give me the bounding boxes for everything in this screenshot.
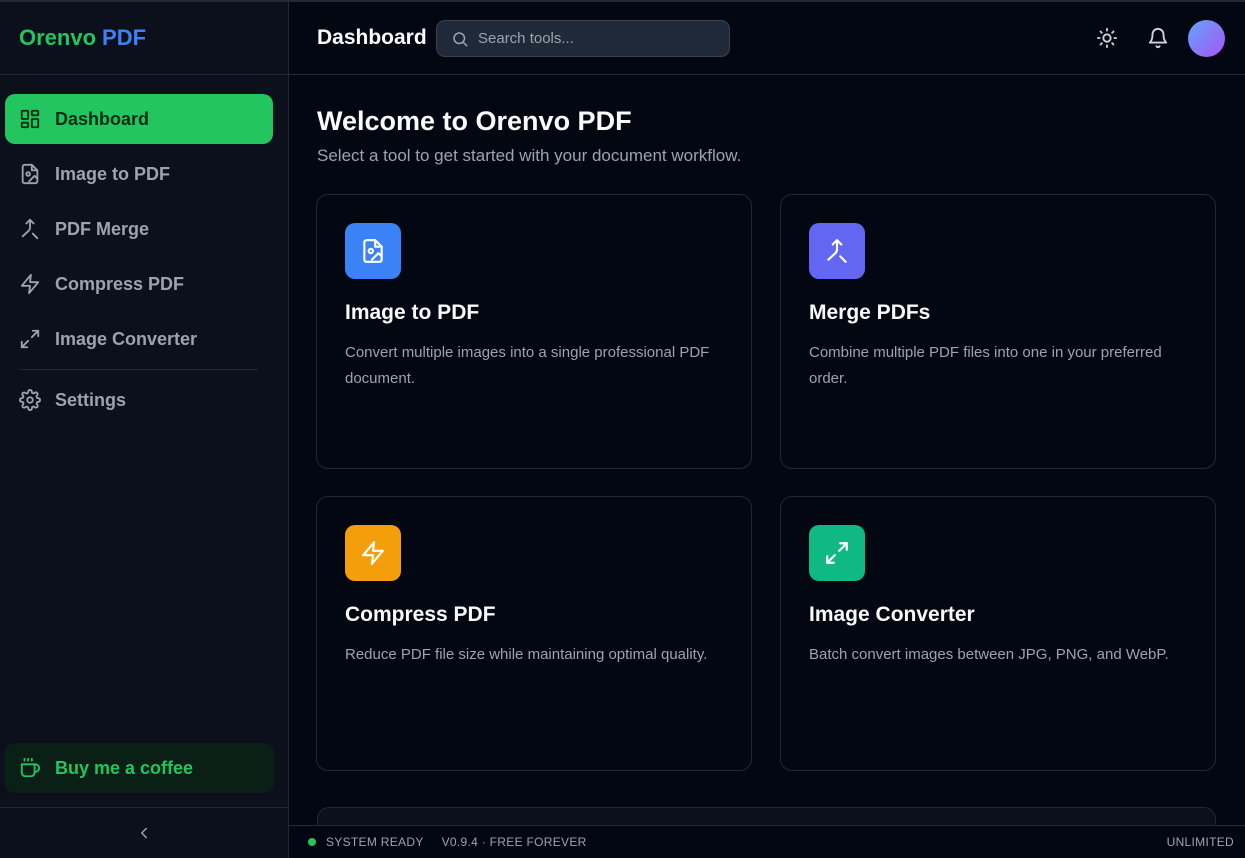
status-ready: SYSTEM READY [326,835,424,849]
status-plan: UNLIMITED [1166,835,1234,849]
card-title: Compress PDF [345,603,496,626]
search-input[interactable] [478,30,718,47]
sidebar-item-label: Settings [55,389,127,410]
card-title: Image Converter [809,603,975,626]
coffee-label: Buy me a coffee [55,757,194,778]
expand-icon [20,329,40,349]
merge-icon [21,218,39,240]
partial-panel [317,807,1216,825]
search-box[interactable] [436,20,730,57]
gear-icon [19,389,41,411]
card-description: Batch convert images between JPG, PNG, a… [809,646,1169,663]
status-bar: SYSTEM READY V0.9.4 · FREE FOREVER UNLIM… [289,825,1245,858]
sidebar-item-label: Compress PDF [55,273,185,294]
sidebar-item-image-to-pdf[interactable]: Image to PDF [5,149,273,199]
card-description: Convert multiple images into a single pr… [345,344,710,387]
card-title: Image to PDF [345,301,480,324]
brand-logo[interactable]: Orenvo PDF [0,2,288,75]
sidebar-item-dashboard[interactable]: Dashboard [5,94,273,144]
sidebar: Orenvo PDF Dashboard Image to PDF PDF Me… [0,2,289,858]
sidebar-item-image-converter[interactable]: Image Converter [5,314,273,364]
search-icon [453,31,468,46]
buy-me-a-coffee-button[interactable]: Buy me a coffee [5,743,274,793]
card-title: Merge PDFs [809,301,931,324]
sidebar-item-label: Dashboard [55,108,150,129]
tool-card-image-to-pdf[interactable]: Image to PDF Convert multiple images int… [316,194,752,469]
sidebar-collapse-bar [0,807,288,858]
zap-icon [362,541,384,565]
card-icon-tile [809,223,865,279]
sidebar-item-label: Image Converter [55,328,198,349]
sidebar-item-label: Image to PDF [55,163,171,184]
chevron-left-icon[interactable] [135,824,153,842]
tool-card-compress-pdf[interactable]: Compress PDF Reduce PDF file size while … [316,496,752,771]
file-image-icon [363,239,383,263]
sidebar-divider [20,369,258,370]
brand-name-part2: PDF [102,25,147,50]
sidebar-item-label: PDF Merge [55,218,150,239]
sidebar-item-compress-pdf[interactable]: Compress PDF [5,259,273,309]
sidebar-item-settings[interactable]: Settings [5,375,273,425]
bell-icon[interactable] [1147,27,1169,49]
page-title: Dashboard [317,26,427,49]
coffee-icon [20,757,41,778]
card-description: Reduce PDF file size while maintaining o… [345,646,708,663]
tool-card-merge-pdfs[interactable]: Merge PDFs Combine multiple PDF files in… [780,194,1216,469]
status-version: V0.9.4 · FREE FOREVER [441,835,587,849]
tool-card-image-converter[interactable]: Image Converter Batch convert images bet… [780,496,1216,771]
layout-grid-icon [20,109,40,129]
brand-name-part1: Orenvo [19,25,97,50]
merge-icon [827,239,847,263]
status-dot [308,838,316,846]
avatar[interactable] [1188,20,1225,57]
card-icon-tile [345,525,401,581]
main-content: Welcome to Orenvo PDF Select a tool to g… [289,76,1245,825]
zap-icon [20,273,40,295]
sidebar-nav: Dashboard Image to PDF PDF Merge Compres… [0,75,288,425]
card-icon-tile [345,223,401,279]
file-image-icon [21,163,39,185]
expand-icon [826,542,848,564]
card-description: Combine multiple PDF files into one in y… [809,344,1162,387]
card-icon-tile [809,525,865,581]
welcome-heading: Welcome to Orenvo PDF [317,106,632,136]
top-header: Dashboard [289,2,1245,75]
welcome-subtitle: Select a tool to get started with your d… [317,146,742,165]
sidebar-item-pdf-merge[interactable]: PDF Merge [5,204,273,254]
sun-icon[interactable] [1096,27,1118,49]
